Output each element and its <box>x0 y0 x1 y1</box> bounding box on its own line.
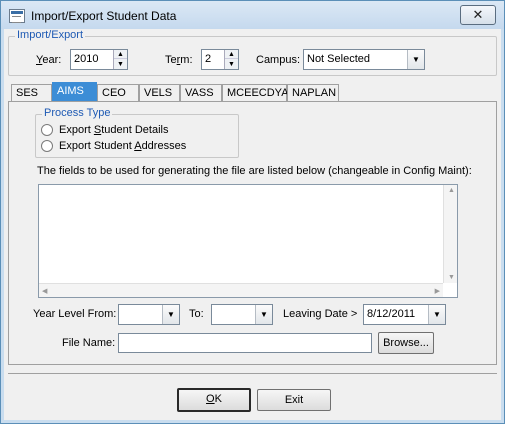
tab-naplan[interactable]: NAPLAN <box>287 84 339 102</box>
term-label: Term: <box>165 54 193 66</box>
process-type-group-title: Process Type <box>42 107 113 119</box>
year-level-from-select[interactable]: ▼ <box>118 304 180 325</box>
export-details-radio[interactable] <box>41 124 53 136</box>
spin-down-icon[interactable]: ▼ <box>114 60 127 69</box>
chevron-down-icon[interactable]: ▼ <box>428 305 445 324</box>
export-details-label[interactable]: Export Student Details <box>59 124 168 136</box>
tab-vels[interactable]: VELS <box>139 84 180 102</box>
leaving-date-value: 8/12/2011 <box>367 308 416 320</box>
year-spinner[interactable]: 2010 ▲ ▼ <box>70 49 128 70</box>
year-level-from-label: Year Level From: <box>33 308 117 320</box>
scroll-right-icon[interactable]: ▶ <box>435 287 440 295</box>
scroll-down-icon[interactable]: ▼ <box>448 274 455 281</box>
horizontal-scrollbar[interactable]: ◀ ▶ <box>39 283 443 297</box>
close-icon: ✕ <box>472 7 484 22</box>
file-name-input[interactable] <box>118 333 372 353</box>
dialog-window: Import/Export Student Data ✕ Import/Expo… <box>0 0 505 424</box>
term-value: 2 <box>205 53 212 65</box>
exit-button[interactable]: Exit <box>257 389 331 411</box>
vertical-scrollbar[interactable]: ▲ ▼ <box>443 185 457 283</box>
button-bar: OK Exit <box>8 373 497 418</box>
tab-aims[interactable]: AIMS <box>52 82 97 102</box>
tab-ses[interactable]: SES <box>11 84 52 102</box>
spin-down-icon[interactable]: ▼ <box>225 60 238 69</box>
ok-button[interactable]: OK <box>177 388 251 412</box>
year-label: Year: <box>36 54 62 66</box>
import-export-group-title: Import/Export <box>15 29 86 41</box>
fields-list[interactable]: ▲ ▼ ◀ ▶ <box>38 184 458 298</box>
leaving-date-label: Leaving Date > <box>283 308 358 320</box>
term-spinner[interactable]: 2 ▲ ▼ <box>201 49 239 70</box>
scroll-left-icon[interactable]: ◀ <box>42 287 47 295</box>
tab-ceo[interactable]: CEO <box>97 84 139 102</box>
close-button[interactable]: ✕ <box>460 5 496 25</box>
scroll-up-icon[interactable]: ▲ <box>448 187 455 194</box>
file-name-label: File Name: <box>62 337 116 349</box>
fields-note: The fields to be used for generating the… <box>37 165 472 177</box>
aims-tab-panel: Process Type Export Student Details Expo… <box>8 101 497 365</box>
tab-strip: SES AIMS CEO VELS VASS MCEECDYA NAPLAN <box>8 82 497 102</box>
export-addresses-radio[interactable] <box>41 140 53 152</box>
year-level-to-select[interactable]: ▼ <box>211 304 273 325</box>
year-value: 2010 <box>74 53 99 65</box>
window-title: Import/Export Student Data <box>31 9 177 23</box>
title-bar[interactable]: Import/Export Student Data ✕ <box>1 1 504 29</box>
campus-select[interactable]: Not Selected ▼ <box>303 49 425 70</box>
export-addresses-label[interactable]: Export Student Addresses <box>59 140 186 152</box>
to-label: To: <box>189 308 204 320</box>
chevron-down-icon[interactable]: ▼ <box>407 50 424 69</box>
leaving-date-picker[interactable]: 8/12/2011 ▼ <box>363 304 446 325</box>
dialog-body: Import/Export Year: 2010 ▲ ▼ Term: 2 ▲ ▼… <box>8 29 497 418</box>
chevron-down-icon[interactable]: ▼ <box>162 305 179 324</box>
tab-vass[interactable]: VASS <box>180 84 222 102</box>
campus-label: Campus: <box>256 54 301 66</box>
spin-up-icon[interactable]: ▲ <box>225 50 238 59</box>
chevron-down-icon[interactable]: ▼ <box>255 305 272 324</box>
app-window-icon <box>9 9 25 23</box>
tab-mceecdya[interactable]: MCEECDYA <box>222 84 289 102</box>
spin-up-icon[interactable]: ▲ <box>114 50 127 59</box>
campus-value: Not Selected <box>307 53 370 65</box>
browse-button[interactable]: Browse... <box>378 332 434 354</box>
